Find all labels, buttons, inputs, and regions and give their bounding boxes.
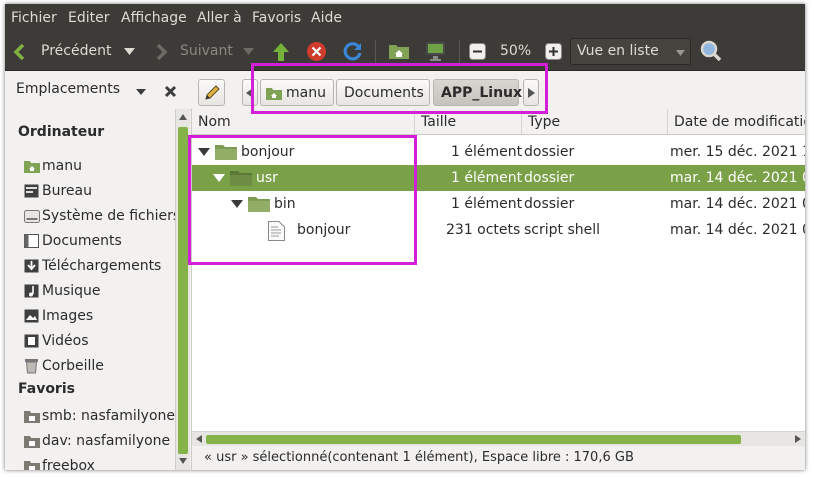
sidebar-header-favorites: Favoris	[18, 381, 75, 397]
sidebar-scroll-thumb[interactable]	[178, 127, 188, 454]
scroll-right-icon[interactable]	[795, 435, 801, 443]
file-type: script shell	[524, 222, 601, 238]
home-folder-icon[interactable]	[388, 42, 410, 60]
reload-icon[interactable]	[342, 41, 363, 62]
network-folder-icon	[24, 461, 40, 470]
network-folder-icon	[24, 411, 40, 423]
file-date: mar. 14 déc. 2021 09	[670, 170, 805, 186]
column-label: Nom	[198, 114, 231, 130]
sidebar-item-label: dav: nasfamilyone	[42, 433, 171, 449]
file-date: mer. 15 déc. 2021 10	[670, 144, 805, 160]
scroll-left-icon[interactable]	[196, 435, 202, 443]
sidebar-item-label: Images	[42, 308, 94, 324]
file-size: 1 élément	[451, 170, 523, 186]
close-sidebar-icon[interactable]	[164, 85, 177, 98]
sidebar-item-label: Téléchargements	[42, 258, 162, 274]
network-folder-icon	[24, 436, 40, 448]
column-header-date[interactable]: Date de modification	[668, 109, 805, 135]
scroll-up-icon[interactable]	[179, 114, 187, 120]
view-mode-label: Vue en liste	[577, 43, 659, 59]
view-mode-chevron-icon	[676, 50, 685, 56]
documents-icon	[24, 234, 39, 248]
file-size: 1 élément	[451, 144, 523, 160]
menu-affichage[interactable]: Affichage	[121, 10, 187, 26]
column-label: Date de modification	[674, 114, 805, 130]
forward-button[interactable]: Suivant	[180, 33, 233, 70]
forward-history-chevron-icon[interactable]	[243, 48, 254, 56]
sidebar-item-label: manu	[42, 158, 82, 174]
sidebar-item-label: freebox	[42, 458, 95, 470]
file-date: mar. 14 déc. 2021 09	[670, 196, 805, 212]
back-button[interactable]: Précédent	[41, 33, 111, 70]
file-type: dossier	[524, 196, 575, 212]
stop-icon[interactable]	[306, 41, 327, 62]
breadcrumb-highlight-box	[251, 63, 548, 114]
menu-bar: Fichier Editer Affichage Aller à Favoris…	[5, 4, 805, 33]
search-icon[interactable]	[699, 39, 723, 63]
edit-path-button[interactable]	[198, 79, 225, 106]
music-icon	[24, 284, 39, 298]
menu-fichier[interactable]: Fichier	[11, 10, 57, 26]
file-type: dossier	[524, 170, 575, 186]
view-mode-select[interactable]: Vue en liste	[570, 38, 691, 65]
forward-arrow-icon[interactable]	[156, 43, 168, 61]
sidebar-item-label: Bureau	[42, 183, 92, 199]
video-icon	[24, 334, 39, 348]
back-history-chevron-icon[interactable]	[124, 48, 135, 56]
status-bar: « usr » sélectionné(contenant 1 élément)…	[192, 446, 805, 470]
sidebar-header-computer: Ordinateur	[18, 124, 105, 140]
download-icon	[24, 259, 39, 273]
column-label: Type	[528, 114, 561, 130]
places-dropdown-icon[interactable]	[136, 89, 146, 96]
menu-favoris[interactable]: Favoris	[252, 10, 301, 26]
horizontal-scrollbar[interactable]	[192, 431, 805, 446]
sidebar-item-label: Documents	[42, 233, 122, 249]
hard-drive-icon	[24, 210, 40, 223]
image-icon	[24, 309, 39, 323]
sidebar-item-label: Système de fichiers	[42, 208, 175, 224]
computer-icon[interactable]	[424, 40, 447, 62]
sidebar-item-label: Musique	[42, 283, 101, 299]
back-arrow-icon[interactable]	[13, 43, 25, 61]
scroll-down-icon[interactable]	[179, 458, 187, 464]
sidebar-item-label: Corbeille	[42, 358, 104, 374]
file-manager-window: Fichier Editer Affichage Aller à Favoris…	[5, 4, 805, 470]
pencil-icon	[205, 85, 220, 100]
up-arrow-icon[interactable]	[271, 41, 291, 62]
menu-aller[interactable]: Aller à	[197, 10, 242, 26]
zoom-in-icon[interactable]	[545, 43, 562, 60]
file-size: 231 octets	[446, 222, 521, 238]
zoom-out-icon[interactable]	[469, 43, 486, 60]
sidebar-item-label: smb: nasfamilyone	[42, 408, 175, 424]
menu-editer[interactable]: Editer	[68, 10, 109, 26]
places-label: Emplacements	[16, 81, 121, 97]
horizontal-scroll-thumb[interactable]	[206, 435, 741, 444]
file-tree-highlight-box	[188, 135, 417, 265]
sidebar-item-label: Vidéos	[42, 333, 89, 349]
file-type: dossier	[524, 144, 575, 160]
home-folder-icon	[24, 161, 40, 173]
column-label: Taille	[421, 114, 457, 130]
file-size: 1 élément	[451, 196, 523, 212]
desktop-icon	[24, 184, 39, 198]
file-date: mar. 14 déc. 2021 09	[670, 222, 805, 238]
sidebar: Ordinateur manu Bureau Système de fichie…	[5, 109, 175, 470]
menu-aide[interactable]: Aide	[311, 10, 342, 26]
trash-icon	[25, 359, 38, 374]
